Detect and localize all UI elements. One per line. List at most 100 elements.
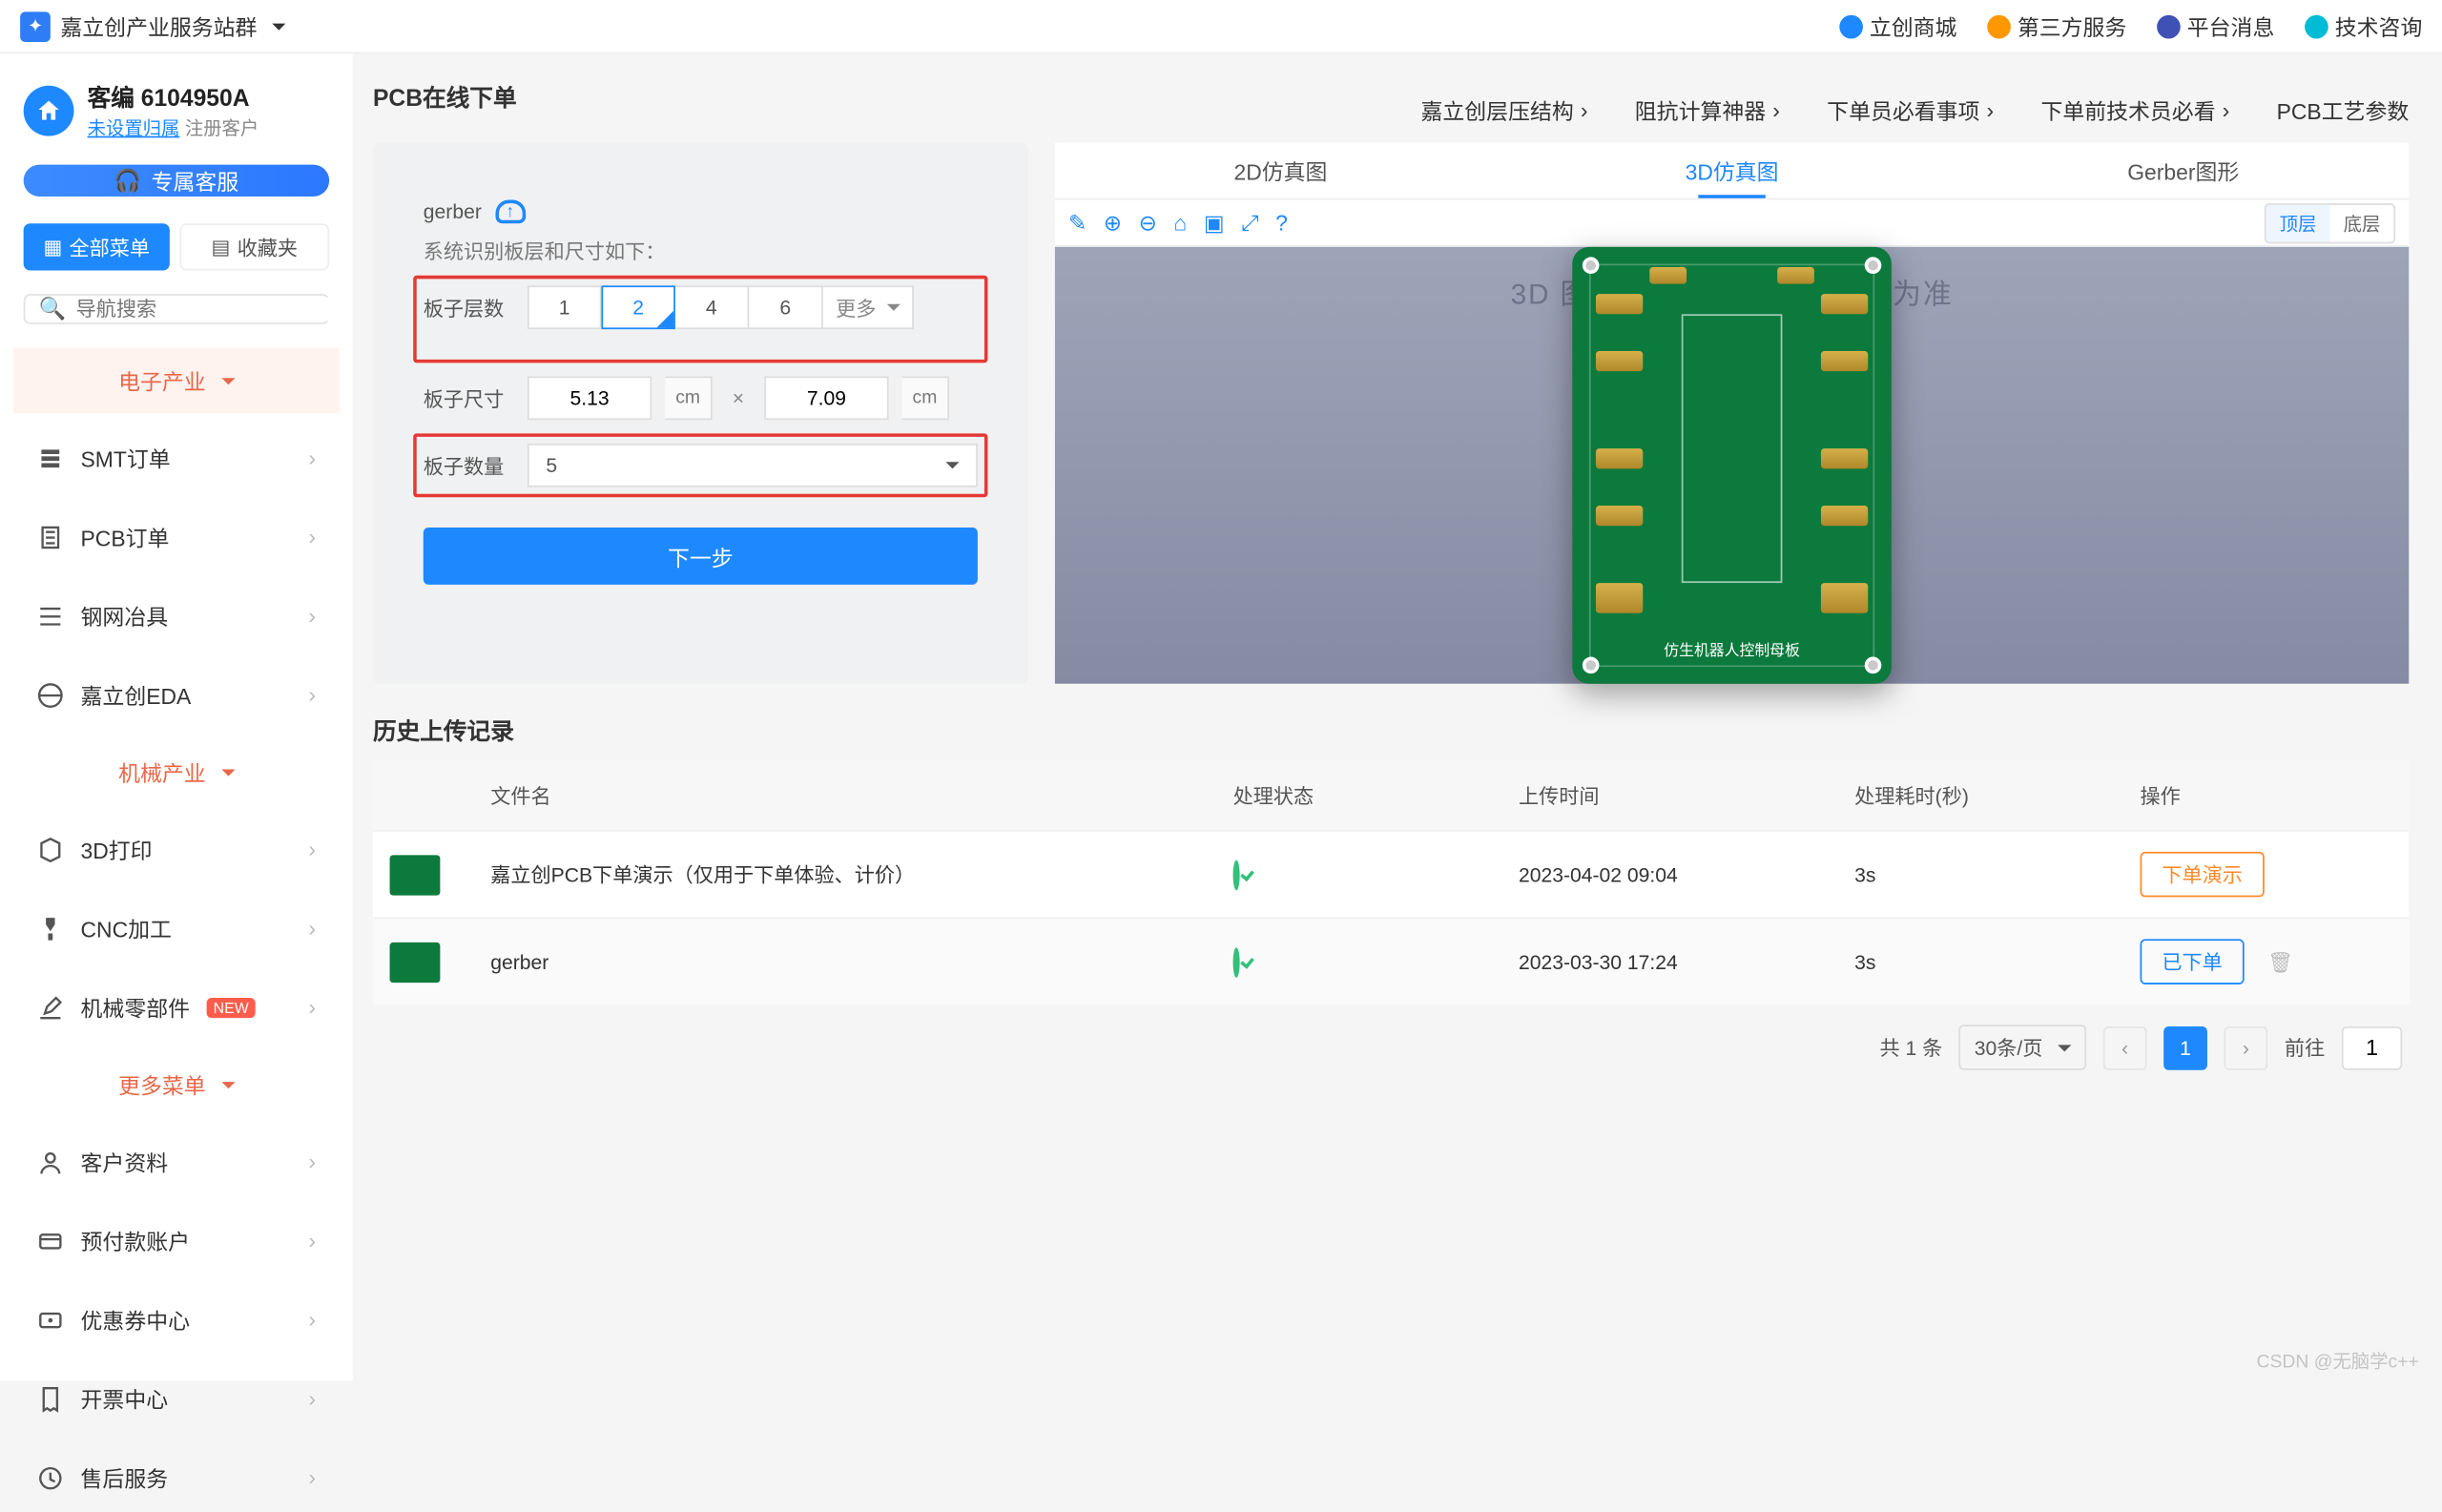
brand[interactable]: ✦ 嘉立创产业服务站群 (20, 10, 285, 42)
row-action-ordered[interactable]: 已下单 (2141, 939, 2245, 984)
chevron-right-icon: › (308, 1228, 316, 1253)
row-time: 2023-03-30 17:24 (1519, 950, 1854, 974)
layer-4[interactable]: 4 (675, 285, 749, 329)
delete-icon[interactable]: 🗑 (2267, 951, 2293, 975)
edit-icon[interactable]: ✎ (1068, 209, 1086, 236)
nav-search[interactable]: 🔍 (24, 294, 330, 324)
pager-prev[interactable]: ‹ (2103, 1025, 2147, 1069)
order-panel: gerber ↑ 系统识别板层和尺寸如下： 板子层数 1 2 4 6 更多 (373, 143, 1028, 684)
pager-total: 共 1 条 (1879, 1033, 1942, 1062)
file-row: gerber ↑ (424, 200, 978, 224)
nav-coupon[interactable]: 优惠券中心› (13, 1285, 340, 1354)
toplink-mall[interactable]: 立创商城 (1839, 10, 1956, 42)
qty-select[interactable]: 5 (528, 444, 978, 487)
layer-6[interactable]: 6 (749, 285, 822, 329)
nav-after[interactable]: 售后服务› (13, 1443, 340, 1512)
chevron-down-icon (941, 453, 959, 477)
menu-mode-fav[interactable]: ▤收藏夹 (179, 223, 329, 270)
cat-mechanical[interactable]: 机械产业 (13, 739, 340, 805)
chevron-right-icon: › (308, 1150, 316, 1174)
vip-service-button[interactable]: 🎧专属客服 (24, 165, 330, 197)
menu-mode-all[interactable]: ▦全部菜单 (24, 223, 170, 270)
fit-icon[interactable]: ▣ (1204, 209, 1225, 236)
col-name: 文件名 (490, 781, 1232, 810)
layer-switch: 顶层 底层 (2265, 202, 2395, 242)
cat-electronics[interactable]: 电子产业 (13, 348, 340, 414)
layer-2[interactable]: 2 (601, 285, 674, 329)
ql-notice[interactable]: 下单员必看事项 › (1827, 94, 1994, 126)
bookmark-icon: ▤ (212, 236, 231, 259)
ql-engineer[interactable]: 下单前技术员必看 › (2040, 94, 2229, 126)
home-view-icon[interactable]: ⌂ (1173, 209, 1187, 236)
highlight-qty: 板子数量 5 (413, 433, 987, 497)
layer-bottom[interactable]: 底层 (2330, 204, 2394, 241)
sidebar: 客编 6104950A 未设置归属 注册客户 🎧专属客服 ▦全部菜单 ▤收藏夹 … (0, 53, 353, 1380)
chevron-right-icon: › (308, 916, 316, 941)
tab-gerber[interactable]: Gerber图形 (1957, 143, 2409, 198)
chevron-down-icon (216, 759, 234, 784)
customer-id: 客编 6104950A (88, 81, 259, 114)
help-icon[interactable]: ? (1275, 209, 1288, 236)
nav-smt[interactable]: SMT订单› (13, 424, 340, 492)
ql-impedance[interactable]: 阻抗计算神器 › (1635, 94, 1780, 126)
layer-group: 1 2 4 6 更多 (528, 285, 914, 329)
highlight-layers: 板子层数 1 2 4 6 更多 (413, 276, 987, 363)
status-ok-icon (1233, 860, 1240, 890)
row-action-demo[interactable]: 下单演示 (2141, 852, 2265, 898)
nav-parts[interactable]: 机械零部件NEW› (13, 973, 340, 1042)
history-title: 历史上传记录 (373, 714, 2409, 747)
topbar: ✦ 嘉立创产业服务站群 立创商城 第三方服务 平台消息 技术咨询 (0, 0, 2442, 53)
nav-cnc[interactable]: CNC加工› (13, 894, 340, 963)
quick-links: 嘉立创层压结构 › 阻抗计算神器 › 下单员必看事项 › 下单前技术员必看 › … (373, 94, 2409, 126)
fullscreen-icon[interactable]: ⤢ (1241, 209, 1258, 236)
pager-page-1[interactable]: 1 (2163, 1025, 2207, 1069)
toplink-msg[interactable]: 平台消息 (2157, 10, 2274, 42)
preview-canvas[interactable]: 3D 图仅供参考，具体以实物为准 仿生机器人控制母板 (1055, 247, 2409, 684)
chevron-down-icon (881, 296, 900, 320)
cloud-upload-icon[interactable]: ↑ (495, 200, 526, 224)
nav-eda[interactable]: 嘉立创EDA› (13, 660, 340, 729)
pager-goto-input[interactable] (2342, 1025, 2402, 1069)
ql-stackup[interactable]: 嘉立创层压结构 › (1421, 94, 1588, 126)
next-button[interactable]: 下一步 (424, 528, 978, 585)
new-badge: NEW (207, 997, 256, 1017)
nav-search-input[interactable] (76, 298, 337, 321)
toplink-tech[interactable]: 技术咨询 (2305, 10, 2422, 42)
nav-prepay[interactable]: 预付款账户› (13, 1206, 340, 1274)
nav-profile[interactable]: 客户资料› (13, 1128, 340, 1196)
toplink-3rd[interactable]: 第三方服务 (1987, 10, 2126, 42)
row-dur: 3s (1854, 950, 2140, 974)
chevron-right-icon: › (308, 445, 316, 470)
pagesize-select[interactable]: 30条/页 (1959, 1025, 2086, 1070)
size-width-input[interactable] (528, 376, 652, 420)
main: PCB在线下单 嘉立创层压结构 › 阻抗计算神器 › 下单员必看事项 › 下单前… (353, 53, 2442, 1380)
zoom-out-icon[interactable]: ⊖ (1139, 209, 1157, 236)
table-row: gerber 2023-03-30 17:24 3s 已下单🗑 (373, 918, 2409, 1005)
tab-3d[interactable]: 3D仿真图 (1506, 143, 1957, 198)
size-height-input[interactable] (764, 376, 888, 420)
pager: 共 1 条 30条/页 ‹ 1 › 前往 (373, 1005, 2409, 1070)
pager-goto-label: 前往 (2285, 1033, 2325, 1062)
nav-pcb[interactable]: PCB订单› (13, 503, 340, 571)
customer-tag: 注册客户 (185, 119, 259, 139)
layer-1[interactable]: 1 (528, 285, 601, 329)
cat-more[interactable]: 更多菜单 (13, 1051, 340, 1117)
layer-more[interactable]: 更多 (823, 285, 914, 329)
zoom-in-icon[interactable]: ⊕ (1104, 209, 1122, 236)
col-action: 操作 (2141, 781, 2392, 810)
nav-invoice[interactable]: 开票中心› (13, 1364, 340, 1433)
chevron-right-icon: › (308, 524, 316, 549)
nav-stencil[interactable]: 钢网冶具› (13, 581, 340, 650)
chevron-right-icon: › (308, 995, 316, 1020)
headset-icon: 🎧 (114, 167, 142, 194)
top-links: 立创商城 第三方服务 平台消息 技术咨询 (1839, 10, 2422, 42)
history: 历史上传记录 文件名 处理状态 上传时间 处理耗时(秒) 操作 嘉立创PCB下单… (373, 714, 2409, 1069)
tab-2d[interactable]: 2D仿真图 (1055, 143, 1506, 198)
ql-process[interactable]: PCB工艺参数 (2277, 94, 2410, 126)
customer-owner-link[interactable]: 未设置归属 (88, 119, 180, 139)
home-icon[interactable] (24, 86, 74, 136)
pager-next[interactable]: › (2225, 1025, 2268, 1069)
brand-logo-icon: ✦ (20, 10, 51, 41)
nav-3dprint[interactable]: 3D打印› (13, 815, 340, 883)
layer-top[interactable]: 顶层 (2266, 204, 2330, 241)
